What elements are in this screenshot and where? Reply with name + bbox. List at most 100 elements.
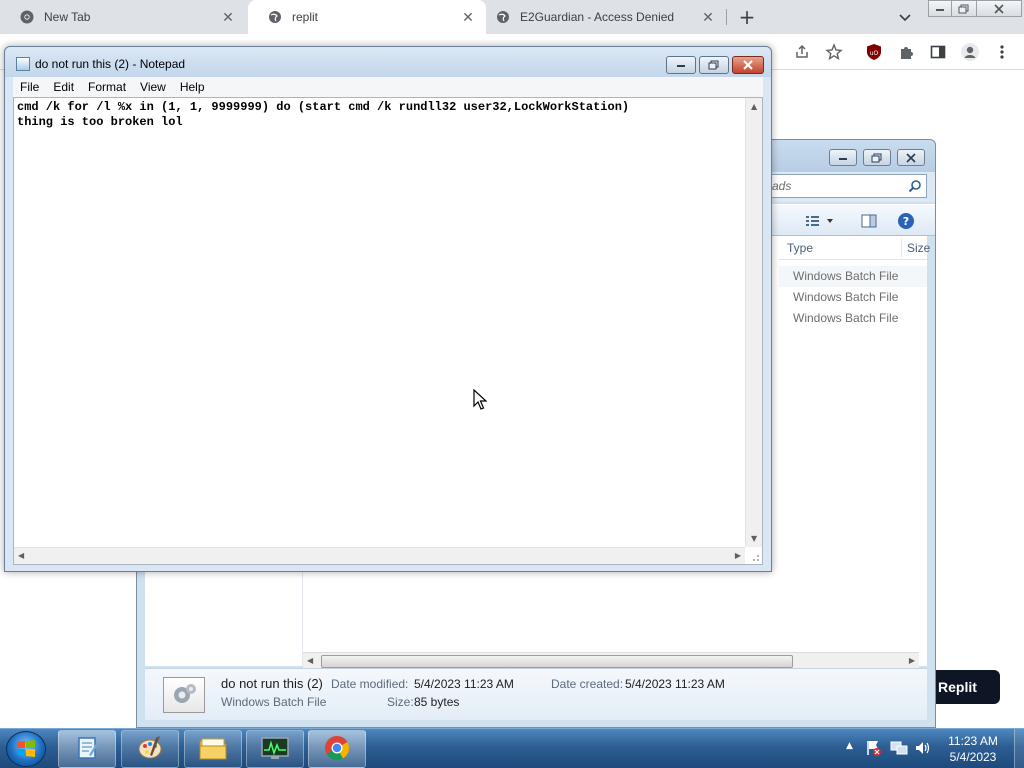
tab-separator — [726, 9, 727, 25]
date-created-value: 5/4/2023 11:23 AM — [625, 677, 725, 691]
date-modified-label: Date modified: — [331, 677, 409, 691]
menu-help[interactable]: Help — [173, 77, 212, 97]
vertical-scrollbar[interactable]: ▲ ▼ — [745, 98, 762, 547]
windows-logo-icon — [17, 740, 35, 757]
menu-format[interactable]: Format — [81, 77, 133, 97]
new-tab-button[interactable]: + — [736, 6, 758, 28]
browser-close-button[interactable] — [976, 0, 1022, 17]
taskbar-paint[interactable] — [121, 730, 179, 768]
text-line: thing is too broken lol — [17, 115, 183, 129]
minimize-button[interactable] — [666, 56, 696, 74]
horizontal-scrollbar[interactable]: ◀ ▶ — [303, 652, 919, 669]
column-type[interactable]: Type — [787, 241, 813, 255]
maximize-button[interactable] — [699, 56, 729, 74]
close-tab-icon[interactable]: ✕ — [220, 9, 236, 25]
browser-maximize-button[interactable] — [951, 0, 977, 17]
file-row-type[interactable]: Windows Batch File — [779, 287, 927, 308]
column-divider — [901, 239, 902, 257]
share-icon[interactable] — [792, 42, 812, 62]
menu-file[interactable]: File — [13, 77, 46, 97]
explorer-close-button[interactable] — [897, 149, 925, 166]
text-editor[interactable]: cmd /k for /l %x in (1, 1, 9999999) do (… — [13, 97, 763, 565]
horizontal-scrollbar[interactable]: ◀ ▶ — [14, 547, 745, 564]
taskbar-task-manager[interactable] — [246, 730, 304, 768]
editor-text[interactable]: cmd /k for /l %x in (1, 1, 9999999) do (… — [17, 100, 743, 130]
date-created-label: Date created: — [551, 677, 624, 691]
file-explorer-icon — [198, 735, 228, 764]
file-row-type[interactable]: Windows Batch File — [779, 308, 927, 329]
notepad-title-bar[interactable]: do not run this (2) - Notepad — [5, 47, 771, 77]
scroll-right-arrow-icon[interactable]: ▶ — [909, 656, 915, 665]
svg-text:uO: uO — [870, 50, 879, 57]
notepad-icon — [73, 734, 101, 765]
show-desktop-button[interactable] — [1014, 729, 1024, 768]
notepad-app-icon — [16, 57, 30, 71]
column-header: Type Size — [779, 236, 930, 260]
globe-icon — [496, 10, 510, 24]
file-row-type[interactable]: Windows Batch File — [779, 266, 927, 287]
mouse-cursor-icon — [473, 388, 488, 414]
paint-icon — [136, 734, 164, 765]
volume-icon[interactable] — [914, 740, 932, 759]
clock-date[interactable]: 5/4/2023 — [942, 750, 1004, 764]
scroll-up-arrow-icon[interactable]: ▲ — [751, 102, 757, 111]
clock-time[interactable]: 11:23 AM — [942, 734, 1004, 748]
profile-avatar-icon[interactable] — [960, 42, 980, 62]
notepad-window: do not run this (2) - Notepad File Edit … — [4, 46, 772, 572]
batch-file-icon — [163, 677, 205, 713]
tab-replit[interactable]: replit ✕ — [248, 0, 486, 34]
preview-pane-icon[interactable] — [861, 213, 877, 232]
scrollbar-thumb[interactable] — [321, 655, 793, 668]
system-tray: ▲ 11:23 AM 5/4/2023 — [842, 729, 1024, 768]
ublock-icon[interactable]: uO — [864, 42, 884, 62]
explorer-maximize-button[interactable] — [863, 149, 891, 166]
tab-e2guardian[interactable]: E2Guardian - Access Denied ✕ — [476, 0, 726, 34]
show-hidden-icons-icon[interactable]: ▲ — [846, 741, 853, 751]
scroll-down-arrow-icon[interactable]: ▼ — [751, 534, 757, 543]
help-icon[interactable]: ? — [897, 212, 915, 233]
action-center-flag-icon[interactable] — [866, 739, 882, 760]
search-input[interactable]: ads — [767, 174, 927, 198]
details-pane: do not run this (2) Windows Batch File D… — [145, 668, 927, 720]
browser-tab-strip: New Tab ✕ replit ✕ E2Guardian - Access D… — [0, 0, 1024, 34]
tab-label: New Tab — [44, 10, 91, 24]
close-button[interactable] — [732, 56, 764, 74]
date-modified-value: 5/4/2023 11:23 AM — [414, 677, 514, 691]
resize-grip-icon[interactable] — [748, 550, 760, 562]
details-file-name: do not run this (2) — [221, 676, 323, 691]
details-file-type: Windows Batch File — [221, 695, 327, 709]
scroll-left-arrow-icon[interactable]: ◀ — [307, 656, 313, 665]
menu-bar: File Edit Format View Help — [13, 77, 763, 97]
taskbar-notepad[interactable] — [58, 730, 116, 768]
chrome-icon — [323, 734, 351, 765]
tab-label: replit — [292, 10, 319, 24]
start-button[interactable] — [6, 731, 46, 767]
task-manager-icon — [260, 735, 290, 764]
scroll-left-arrow-icon[interactable]: ◀ — [18, 551, 24, 560]
menu-edit[interactable]: Edit — [46, 77, 81, 97]
menu-view[interactable]: View — [133, 77, 173, 97]
browser-minimize-button[interactable] — [928, 0, 952, 17]
tab-new-tab[interactable]: New Tab ✕ — [0, 0, 246, 34]
extensions-puzzle-icon[interactable] — [896, 42, 916, 62]
network-icon[interactable] — [890, 740, 908, 759]
globe-icon — [268, 10, 282, 24]
close-tab-icon[interactable]: ✕ — [700, 9, 716, 25]
close-tab-icon[interactable]: ✕ — [460, 9, 476, 25]
chrome-icon — [20, 10, 34, 24]
column-size[interactable]: Size — [907, 241, 930, 255]
view-options-icon[interactable] — [805, 213, 843, 229]
side-panel-icon[interactable] — [928, 42, 948, 62]
bookmark-star-icon[interactable] — [824, 42, 844, 62]
chevron-down-icon[interactable] — [896, 8, 914, 26]
size-label: Size: — [387, 695, 414, 709]
explorer-minimize-button[interactable] — [829, 149, 857, 166]
taskbar: ▲ 11:23 AM 5/4/2023 — [0, 728, 1024, 768]
size-value: 85 bytes — [414, 695, 460, 709]
search-icon[interactable] — [908, 179, 922, 196]
scroll-right-arrow-icon[interactable]: ▶ — [735, 551, 741, 560]
more-menu-icon[interactable] — [992, 42, 1012, 62]
search-placeholder: ads — [772, 179, 792, 193]
taskbar-file-explorer[interactable] — [184, 730, 242, 768]
taskbar-chrome[interactable] — [308, 730, 366, 768]
